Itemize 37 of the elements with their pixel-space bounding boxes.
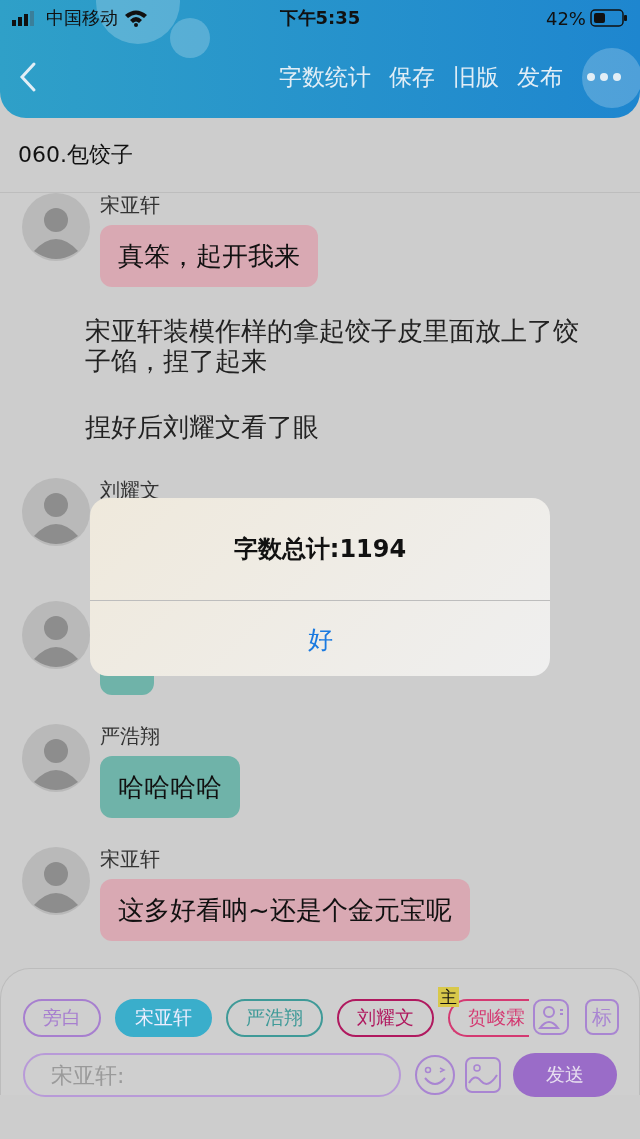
avatar [22, 847, 90, 915]
narration-text: 宋亚轩装模作样的拿起饺子皮里面放上了饺子馅，捏了起来 [84, 316, 580, 376]
battery-icon [590, 9, 628, 27]
emoji-icon[interactable] [414, 1054, 456, 1096]
image-icon[interactable] [465, 1057, 501, 1093]
narration-text: 捏好后刘耀文看了眼 [84, 412, 320, 442]
bubble-decoration [582, 48, 640, 108]
role-chip[interactable]: 旁白 [23, 999, 101, 1037]
message-bubble: 哈哈哈哈 [100, 756, 240, 818]
contact-icon[interactable] [533, 999, 569, 1035]
message-bubble: 真笨，起开我来 [100, 225, 318, 287]
host-badge: 主 [438, 987, 459, 1007]
tag-button[interactable]: 标 [585, 999, 619, 1035]
chapter-title: 060.包饺子 [18, 141, 133, 169]
header-action[interactable]: 发布 [508, 61, 572, 93]
header-action[interactable]: 字数统计 [270, 61, 380, 93]
message-bubble: 这多好看呐~还是个金元宝呢 [100, 879, 470, 941]
header-action[interactable]: 保存 [380, 61, 444, 93]
back-icon[interactable] [18, 61, 38, 93]
battery-percent: 42% [545, 7, 586, 29]
avatar [22, 601, 90, 669]
header-action[interactable]: 旧版 [444, 61, 508, 93]
carrier-name: 中国移动 [46, 6, 118, 30]
wifi-icon [124, 9, 148, 27]
clock-time: 下午5:35 [279, 7, 361, 28]
avatar [22, 478, 90, 546]
speaker-name: 宋亚轩 [100, 847, 160, 871]
role-chip[interactable]: 刘耀文 [337, 999, 434, 1037]
speaker-name: 严浩翔 [100, 724, 160, 748]
more-icon[interactable] [586, 72, 622, 82]
send-button[interactable]: 发送 [513, 1053, 617, 1097]
role-chip[interactable]: 严浩翔 [226, 999, 323, 1037]
ok-button[interactable]: 好 [90, 601, 550, 676]
role-chip[interactable]: 宋亚轩 [115, 999, 212, 1037]
dialog-message: 字数总计:1194 [233, 534, 407, 565]
avatar [22, 724, 90, 792]
speaker-name: 宋亚轩 [100, 193, 160, 217]
